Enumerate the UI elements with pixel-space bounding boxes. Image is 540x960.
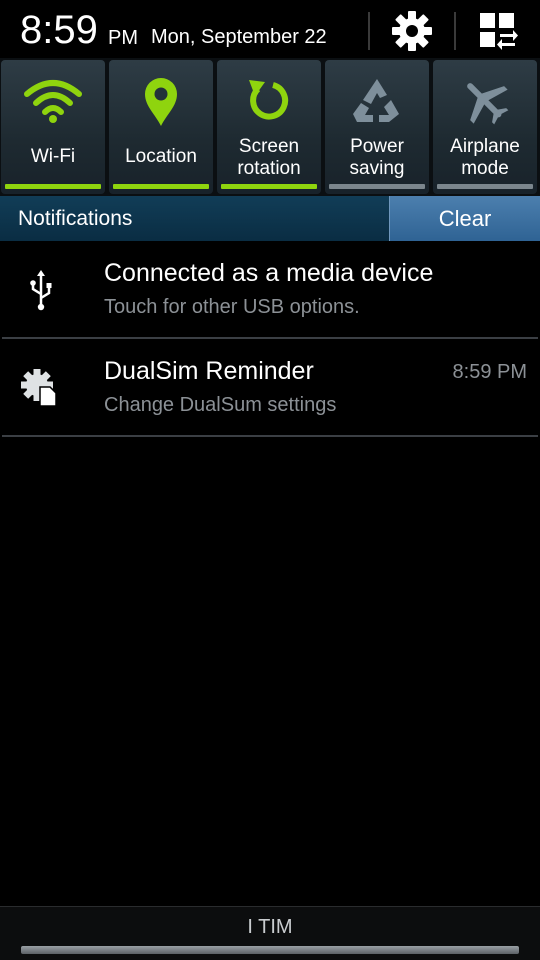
clock-ampm: PM (108, 27, 138, 49)
grid-switch-icon (480, 13, 518, 50)
notification-usb[interactable]: Connected as a media device Touch for ot… (0, 241, 540, 337)
usb-icon (30, 270, 52, 311)
toggle-indicator-off (437, 184, 533, 189)
toggle-view-button[interactable] (472, 8, 524, 54)
notification-title: DualSim Reminder (104, 357, 314, 385)
gear-icon (392, 11, 432, 51)
quick-settings-panel: Wi-Fi Location Screen rotation Power sav… (0, 58, 540, 196)
toggle-label-line2: saving (349, 158, 405, 179)
recycle-icon (353, 79, 399, 122)
toggle-airplane-mode[interactable]: Airplane mode (433, 60, 537, 194)
clock-time: 8:59 (20, 8, 98, 52)
toggle-label: Location (125, 146, 197, 167)
panel-drag-handle[interactable] (21, 946, 519, 954)
notification-title: Connected as a media device (104, 259, 434, 287)
settings-button[interactable] (386, 8, 438, 54)
notification-text: Touch for other USB options. (104, 296, 360, 318)
toggle-indicator-on (221, 184, 317, 189)
airplane-icon (467, 83, 509, 125)
location-pin-icon (145, 78, 177, 126)
toggle-indicator-on (5, 184, 101, 189)
notification-divider (2, 435, 538, 437)
notification-time: 8:59 PM (452, 361, 527, 383)
date-label: Mon, September 22 (151, 26, 327, 48)
notifications-header: Notifications Clear (0, 196, 540, 241)
carrier-bar: I TIM (0, 906, 540, 960)
toggle-label-line1: Power (350, 136, 404, 157)
header-divider (368, 12, 370, 50)
wifi-icon (24, 80, 82, 123)
toggle-indicator-on (113, 184, 209, 189)
toggle-screen-rotation[interactable]: Screen rotation (217, 60, 321, 194)
toggle-location[interactable]: Location (109, 60, 213, 194)
toggle-label: Wi-Fi (30, 146, 76, 167)
toggle-label-line1: Airplane (450, 136, 520, 157)
toggle-power-saving[interactable]: Power saving (325, 60, 429, 194)
notification-dualsim[interactable]: DualSim Reminder Change DualSum settings… (0, 339, 540, 435)
notification-text: Change DualSum settings (104, 394, 337, 416)
header-divider (454, 12, 456, 50)
gear-doc-icon (21, 369, 57, 407)
toggle-label-line2: rotation (237, 158, 301, 179)
notifications-title: Notifications (18, 207, 133, 230)
toggle-wifi[interactable]: Wi-Fi (1, 60, 105, 194)
toggle-indicator-off (329, 184, 425, 189)
toggle-label-line2: mode (461, 158, 509, 179)
carrier-name: I TIM (247, 916, 293, 938)
toggle-label-line1: Screen (238, 136, 300, 157)
status-header: 8:59 PM Mon, September 22 (0, 0, 540, 62)
rotation-icon (249, 80, 289, 120)
clear-button[interactable]: Clear (389, 196, 540, 241)
